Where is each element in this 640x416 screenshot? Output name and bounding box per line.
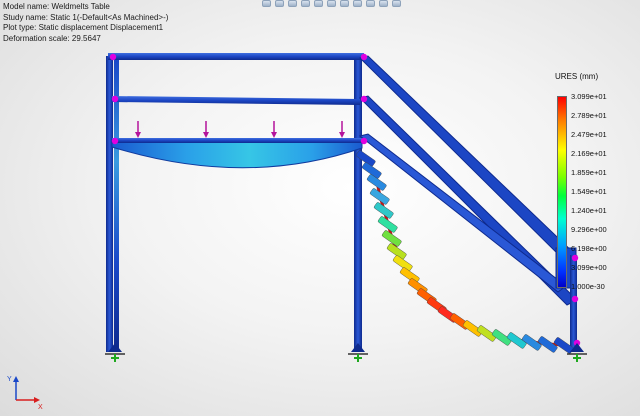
color-legend[interactable]: URES (mm) 3.099e+01 2.789e+01 2.479e+01 … <box>540 72 640 302</box>
zoom-area-icon[interactable] <box>275 0 284 7</box>
view-orientation-icon[interactable] <box>314 0 323 7</box>
legend-title: URES (mm) <box>555 72 599 81</box>
load-arrow <box>203 121 209 138</box>
edit-appearance-icon[interactable] <box>353 0 362 7</box>
load-arrow <box>271 121 277 138</box>
legend-value: 1.240e+01 <box>571 206 607 215</box>
reference-triad: Y X <box>7 376 43 410</box>
plot-type: Plot type: Static displacement Displacem… <box>3 23 164 32</box>
display-style-icon[interactable] <box>327 0 336 7</box>
deformation-scale: Deformation scale: 29.5647 <box>3 33 101 43</box>
legend-value: 1.000e-30 <box>571 282 605 291</box>
study-info-block: Model name: Weldmelts Table Study name: … <box>3 2 168 44</box>
x-axis-arrow <box>34 397 40 403</box>
load-arrow <box>135 121 141 138</box>
legend-value: 3.099e+01 <box>571 92 607 101</box>
scene-icon[interactable] <box>366 0 375 7</box>
view-settings-icon[interactable] <box>379 0 388 7</box>
triad-x-label: X <box>38 404 43 410</box>
joint-marker <box>109 53 117 61</box>
fixture-icon <box>348 343 368 362</box>
legend-color-bar <box>557 96 567 288</box>
legend-value: 2.479e+01 <box>571 130 607 139</box>
legend-value: 2.169e+01 <box>571 149 607 158</box>
legend-value: 2.789e+01 <box>571 111 607 120</box>
joint-marker <box>111 95 119 103</box>
legend-value: 1.859e+01 <box>571 168 607 177</box>
display-monitor-icon[interactable] <box>392 0 401 7</box>
fixtures <box>105 343 587 362</box>
heads-up-toolbar <box>262 0 401 9</box>
load-arrow <box>339 121 345 138</box>
section-view-icon[interactable] <box>301 0 310 7</box>
joint-marker <box>360 95 368 103</box>
legend-value: 3.099e+00 <box>571 263 607 272</box>
top-beam[interactable] <box>108 53 364 60</box>
legend-value: 6.198e+00 <box>571 244 607 253</box>
middle-beam[interactable] <box>112 96 360 105</box>
study-name: Study name: Static 1(-Default<As Machine… <box>3 12 169 22</box>
model-name: Model name: Weldmelts Table <box>3 2 110 11</box>
triad-y-label: Y <box>7 376 12 383</box>
previous-view-icon[interactable] <box>288 0 297 7</box>
y-axis-arrow <box>13 376 19 382</box>
legend-value: 9.296e+00 <box>571 225 607 234</box>
joint-marker <box>360 53 368 61</box>
joint-marker <box>111 137 119 145</box>
load-arrows <box>135 121 345 138</box>
hide-show-icon[interactable] <box>340 0 349 7</box>
joint-marker <box>360 137 368 145</box>
table-top-deformed[interactable] <box>111 138 363 169</box>
zoom-to-fit-icon[interactable] <box>262 0 271 7</box>
legend-value: 1.549e+01 <box>571 187 607 196</box>
